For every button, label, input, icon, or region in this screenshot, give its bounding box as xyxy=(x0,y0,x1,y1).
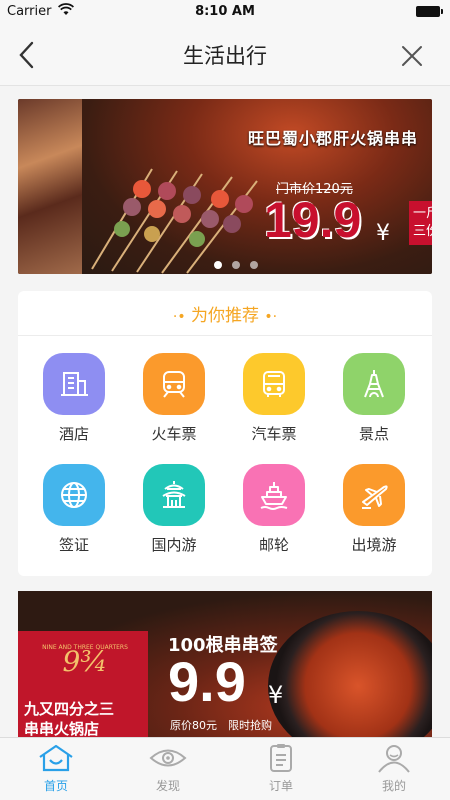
category-bus-ticket[interactable]: 汽车票 xyxy=(224,353,324,444)
tab-orders[interactable]: 订单 xyxy=(225,738,337,800)
carousel-dot[interactable] xyxy=(214,261,222,269)
user-icon xyxy=(378,745,410,773)
clock: 8:10 AM xyxy=(195,4,255,19)
page-title: 生活出行 xyxy=(183,44,267,68)
category-label: 酒店 xyxy=(58,425,89,443)
banner-package-tag: 一斤套 三份套 xyxy=(409,201,432,245)
banner2-price: 9.9 xyxy=(168,650,246,713)
recommend-title: 为你推荐 xyxy=(191,306,259,326)
carousel-dot[interactable] xyxy=(232,261,240,269)
carousel-dot[interactable] xyxy=(250,261,258,269)
banner2-limited-offer: 限时抢购 xyxy=(228,719,272,732)
recommend-panel: ·• 为你推荐 •· 酒店 火车票 汽车票 景点 签证 国内游 邮轮 出境游 xyxy=(18,291,432,576)
temple-icon xyxy=(143,464,205,526)
banner-previous-slide-image xyxy=(18,99,82,274)
category-label: 汽车票 xyxy=(251,425,297,443)
cruise-ship-icon xyxy=(243,464,305,526)
category-scenic-spot[interactable]: 景点 xyxy=(324,353,424,444)
category-label: 出境游 xyxy=(351,536,397,554)
globe-icon xyxy=(43,464,105,526)
promo-banner-hotpot[interactable]: 9¾ NINE AND THREE QUARTERS 九又四分之三 串串火锅店 … xyxy=(18,591,432,737)
home-icon xyxy=(39,744,73,772)
status-bar: Carrier 8:10 AM xyxy=(0,0,450,24)
decoration-dots-left: ·• xyxy=(172,309,186,325)
bus-icon xyxy=(243,353,305,415)
eiffel-tower-icon xyxy=(343,353,405,415)
category-label: 景点 xyxy=(358,425,389,443)
order-icon xyxy=(270,744,292,772)
promo-banner-carousel[interactable]: 旺巴蜀小郡肝火锅串串 门市价120元 19.9 ¥ 一斤套 三份套 xyxy=(18,99,432,274)
eye-icon xyxy=(149,749,187,767)
store-logo-caption: NINE AND THREE QUARTERS xyxy=(42,644,128,651)
category-hotel[interactable]: 酒店 xyxy=(24,353,124,444)
divider xyxy=(18,335,432,336)
banner-headline: 旺巴蜀小郡肝火锅串串 xyxy=(248,129,419,148)
category-visa[interactable]: 签证 xyxy=(24,464,124,555)
tab-mine[interactable]: 我的 xyxy=(338,738,450,800)
close-button[interactable] xyxy=(400,44,424,68)
airplane-icon xyxy=(343,464,405,526)
category-label: 国内游 xyxy=(151,536,197,554)
tab-label: 首页 xyxy=(43,779,68,793)
category-label: 火车票 xyxy=(151,425,197,443)
tab-discover[interactable]: 发现 xyxy=(112,738,224,800)
train-icon xyxy=(143,353,205,415)
store-name-line2: 串串火锅店 xyxy=(24,720,100,737)
tab-label: 发现 xyxy=(155,779,180,793)
package-tag-line2: 三份套 xyxy=(413,224,432,239)
banner-price: 19.9 xyxy=(264,192,362,248)
category-label: 签证 xyxy=(58,536,89,554)
category-train-ticket[interactable]: 火车票 xyxy=(124,353,224,444)
carousel-page-indicator xyxy=(214,254,268,273)
recommend-heading: ·• 为你推荐 •· xyxy=(18,301,432,326)
banner2-original-price: 原价80元 xyxy=(170,719,217,732)
banner2-currency: ¥ xyxy=(268,681,284,709)
hotel-icon xyxy=(43,353,105,415)
battery-icon xyxy=(416,6,443,17)
store-name-line1: 九又四分之三 xyxy=(24,700,115,718)
tab-label: 订单 xyxy=(268,779,293,793)
store-logo: 9¾ NINE AND THREE QUARTERS xyxy=(30,635,140,699)
banner-currency: ¥ xyxy=(376,221,390,246)
tab-home[interactable]: 首页 xyxy=(0,738,112,800)
decoration-dots-right: •· xyxy=(264,309,278,325)
package-tag-line1: 一斤套 xyxy=(413,206,432,221)
category-cruise[interactable]: 邮轮 xyxy=(224,464,324,555)
category-label: 邮轮 xyxy=(258,536,289,554)
category-outbound-tour[interactable]: 出境游 xyxy=(324,464,424,555)
close-icon xyxy=(402,46,422,66)
store-name: 九又四分之三 串串火锅店 xyxy=(24,699,114,737)
category-domestic-tour[interactable]: 国内游 xyxy=(124,464,224,555)
tab-label: 我的 xyxy=(381,779,406,793)
tab-bar: 首页 发现 订单 我的 xyxy=(0,737,450,800)
navigation-bar: 生活出行 xyxy=(0,24,450,86)
